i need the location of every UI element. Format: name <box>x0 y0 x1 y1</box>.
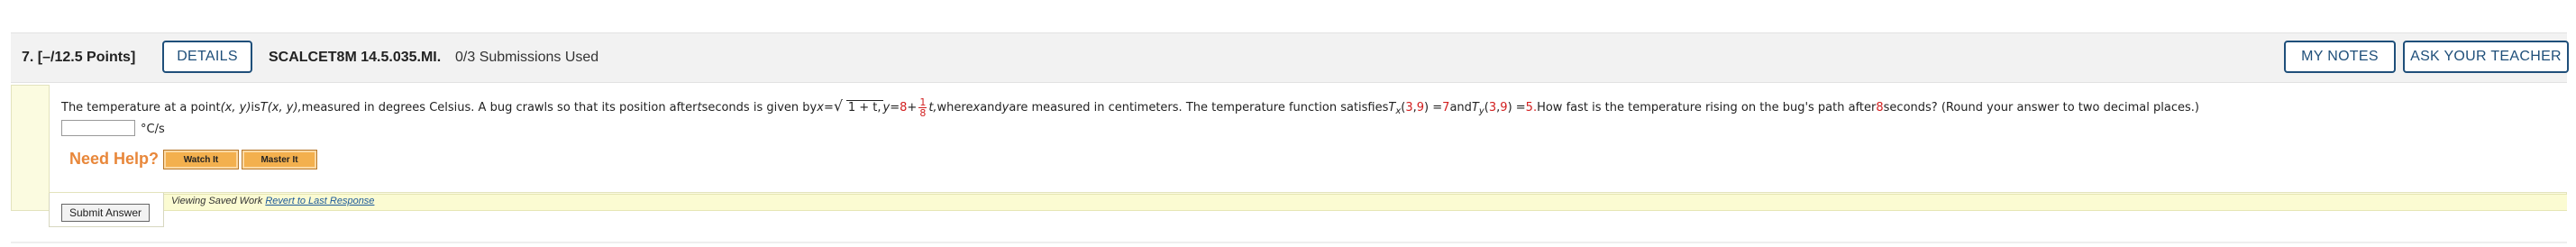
divider <box>11 242 2567 243</box>
revert-link[interactable]: Revert to Last Response <box>265 196 374 206</box>
answer-input[interactable] <box>61 120 135 136</box>
saved-work-bar <box>164 194 2567 211</box>
details-button[interactable]: DETAILS <box>162 41 252 73</box>
ask-teacher-button[interactable]: ASK YOUR TEACHER <box>2403 41 2569 73</box>
viewing-saved-work: Viewing Saved Work Revert to Last Respon… <box>171 196 375 206</box>
master-it-button[interactable]: Master It <box>242 150 317 169</box>
sqrt-expression: √ 1 + t, <box>833 97 883 114</box>
points-label: [–/12.5 Points] <box>37 50 136 65</box>
question-number: 7. [–/12.5 Points] <box>22 50 136 65</box>
problem-statement: The temperature at a point (x, y) is T(x… <box>61 96 2199 119</box>
fraction: 18 <box>918 96 927 119</box>
answer-unit: °C/s <box>141 123 165 136</box>
submit-answer-button[interactable]: Submit Answer <box>61 204 150 222</box>
watch-it-button[interactable]: Watch It <box>163 150 239 169</box>
my-notes-button[interactable]: MY NOTES <box>2284 41 2396 73</box>
question-header: 7. [–/12.5 Points] DETAILS SCALCET8M 14.… <box>11 32 2569 83</box>
question-code: SCALCET8M 14.5.035.MI. <box>269 50 442 65</box>
submissions-used: 0/3 Submissions Used <box>455 50 599 65</box>
need-help-label: Need Help? <box>69 150 160 168</box>
